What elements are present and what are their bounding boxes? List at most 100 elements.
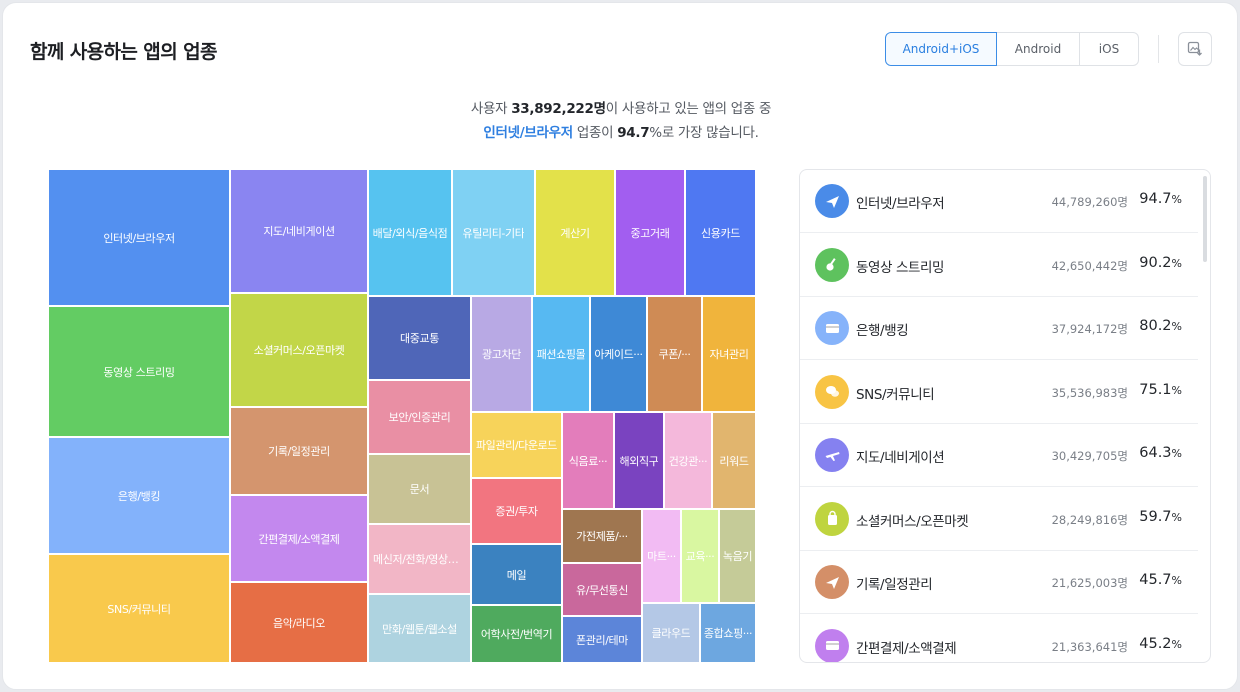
chat-icon <box>815 374 849 409</box>
treemap-tile[interactable]: 보안/인증관리 <box>368 380 471 454</box>
paper-plane-icon <box>815 565 849 599</box>
treemap-tile[interactable]: 동영상 스트리밍 <box>48 306 230 437</box>
treemap-tile[interactable]: 만화/웹툰/웹소설 <box>368 594 471 663</box>
treemap-tile-label: 메일 <box>506 568 527 582</box>
treemap-tile[interactable]: 은행/뱅킹 <box>48 437 230 554</box>
summary-line-2: 인터넷/브라우저 업종이 94.7%로 가장 많습니다. <box>483 125 759 141</box>
treemap-tile[interactable]: 소셜커머스/오픈마켓 <box>230 293 368 407</box>
treemap-tile[interactable]: 클라우드 <box>642 603 700 663</box>
treemap-tile[interactable]: 중고거래 <box>615 169 685 296</box>
treemap-tile-label: 기록/일정관리 <box>268 445 330 458</box>
treemap-tile[interactable]: 문서 <box>368 454 471 524</box>
filter-ios-button[interactable]: iOS <box>1080 32 1139 66</box>
treemap-tile-label: 녹음기 <box>722 550 753 563</box>
treemap-tile[interactable]: 광고차단 <box>471 296 532 412</box>
treemap-tile[interactable]: 자녀관리 <box>702 296 756 412</box>
treemap-tile[interactable]: 메일 <box>471 544 562 605</box>
download-button[interactable] <box>1178 32 1212 66</box>
shopping-bag-icon <box>815 501 849 536</box>
ranking-count: 30,429,705명 <box>1051 449 1128 463</box>
ranking-row[interactable]: 지도/네비게이션 30,429,705명 64.3% <box>800 424 1198 487</box>
ranking-row[interactable]: 은행/뱅킹 37,924,172명 80.2% <box>800 297 1198 360</box>
treemap-tile-label: 폰관리/테마 <box>576 633 628 647</box>
treemap-tile[interactable]: 파일관리/다운로드 <box>471 412 562 478</box>
treemap-tile[interactable]: 유틸리티-기타 <box>452 169 535 296</box>
treemap-tile[interactable]: 증권/투자 <box>471 478 562 544</box>
treemap-tile-label: 광고차단 <box>482 348 521 361</box>
ranking-count: 44,789,260명 <box>1051 195 1128 209</box>
ranking-row[interactable]: 소셜커머스/오픈마켓 28,249,816명 59.7% <box>800 488 1198 551</box>
treemap-tile-label: 증권/투자 <box>495 505 538 518</box>
treemap-tile[interactable]: SNS/커뮤니티 <box>48 554 230 663</box>
treemap-tile-label: 해외직구 <box>619 454 659 468</box>
treemap-tile-label: 아케이드··· <box>594 348 643 361</box>
treemap-tile[interactable]: 기록/일정관리 <box>230 407 368 495</box>
treemap-tile-label: 소셜커머스/오픈마켓 <box>253 344 345 357</box>
treemap-tile[interactable]: 마트··· <box>642 509 681 603</box>
treemap-tile[interactable]: 건강관··· <box>664 412 712 509</box>
ranking-row[interactable]: 기록/일정관리 21,625,003명 45.7% <box>800 551 1198 614</box>
treemap-tile-label: 파일관리/다운로드 <box>475 439 558 452</box>
ranking-count: 42,650,442명 <box>1051 258 1128 273</box>
ranking-percent: 80.2% <box>1139 318 1182 334</box>
ranking-percent: 75.1% <box>1139 381 1182 398</box>
treemap-tile-label: 지도/네비게이션 <box>263 225 335 238</box>
industry-treemap: 인터넷/브라우저동영상 스트리밍은행/뱅킹 SNS/커뮤니티 지도/네비게이션소셜커… <box>48 169 756 663</box>
ranking-row[interactable]: 동영상 스트리밍 42,650,442명 90.2% <box>800 234 1198 297</box>
filter-android-ios-button[interactable]: Android+iOS <box>885 32 997 66</box>
treemap-tile[interactable]: 교육··· <box>681 509 719 603</box>
airplane-icon <box>815 438 849 472</box>
treemap-tile-label: 계산기 <box>560 226 590 240</box>
treemap-tile[interactable]: 메신저/전화/영상통화 <box>368 524 471 594</box>
treemap-tile[interactable]: 녹음기 <box>719 509 756 603</box>
ranking-row[interactable]: 인터넷/브라우저 44,789,260명 94.7% <box>800 170 1198 233</box>
ranking-name: 간편결제/소액결제 <box>856 640 957 657</box>
platform-filter: Android+iOS Android iOS <box>885 32 1139 66</box>
ranking-row[interactable]: 간편결제/소액결제 21,363,641명 45.2% <box>800 615 1198 662</box>
treemap-tile[interactable]: 음악/라디오 <box>230 582 368 663</box>
ranking-name: 소셜커머스/오픈마켓 <box>856 513 969 530</box>
ranking-name: 지도/네비게이션 <box>856 450 945 466</box>
ranking-panel: 인터넷/브라우저 44,789,260명 94.7% 동영상 스트리밍 42,650,4… <box>799 169 1211 663</box>
treemap-tile[interactable]: 인터넷/브라우저 <box>48 169 230 306</box>
ranking-percent: 45.7% <box>1139 572 1182 588</box>
treemap-tile[interactable]: 리워드 <box>712 412 756 509</box>
guitar-icon <box>815 247 849 282</box>
scrollbar[interactable] <box>1203 176 1207 262</box>
treemap-tile[interactable]: 유/무선통신 <box>562 563 642 616</box>
ranking-name: 은행/뱅킹 <box>856 323 909 339</box>
treemap-tile-label: 건강관··· <box>668 454 708 468</box>
treemap-tile[interactable]: 대중교통 <box>368 296 471 380</box>
ranking-name: 동영상 스트리밍 <box>856 259 945 276</box>
treemap-tile[interactable]: 종합쇼핑··· <box>700 603 756 663</box>
treemap-tile-label: 교육··· <box>685 550 715 563</box>
treemap-tile[interactable]: 가전제품/··· <box>562 509 642 563</box>
page-title: 함께 사용하는 앱의 업종 <box>30 41 217 63</box>
ranking-row[interactable]: SNS/커뮤니티 35,536,983명 75.1% <box>800 361 1198 424</box>
treemap-tile-label: 동영상 스트리밍 <box>103 365 175 379</box>
treemap-tile-label: 유틸리티-기타 <box>462 226 525 240</box>
treemap-tile-label: 종합쇼핑··· <box>703 627 753 640</box>
ranking-count: 35,536,983명 <box>1051 385 1128 400</box>
treemap-tile-label: 유/무선통신 <box>576 583 628 597</box>
treemap-tile-label: 리워드 <box>719 454 749 468</box>
ranking-count: 21,625,003명 <box>1051 576 1128 590</box>
treemap-tile[interactable]: 패션쇼핑몰 <box>532 296 590 412</box>
paper-plane-icon <box>815 184 849 218</box>
treemap-tile[interactable]: 계산기 <box>535 169 615 296</box>
treemap-tile[interactable]: 식음료··· <box>562 412 614 509</box>
treemap-tile-label: 마트··· <box>647 550 676 563</box>
treemap-tile[interactable]: 해외직구 <box>614 412 664 509</box>
treemap-tile-label: 만화/웹툰/웹소설 <box>382 622 457 636</box>
card-icon <box>815 628 849 662</box>
treemap-tile[interactable]: 간편결제/소액결제 <box>230 495 368 582</box>
filter-android-button[interactable]: Android <box>997 32 1080 66</box>
treemap-tile[interactable]: 신용카드 <box>685 169 756 296</box>
treemap-tile[interactable]: 배달/외식/음식점 <box>368 169 452 296</box>
treemap-tile[interactable]: 쿠폰/··· <box>647 296 702 412</box>
treemap-tile[interactable]: 폰관리/테마 <box>562 616 642 663</box>
treemap-tile[interactable]: 아케이드··· <box>590 296 647 412</box>
ranking-count: 37,924,172명 <box>1051 322 1128 336</box>
treemap-tile[interactable]: 지도/네비게이션 <box>230 169 368 293</box>
treemap-tile[interactable]: 어학사전/번역기 <box>471 605 562 663</box>
